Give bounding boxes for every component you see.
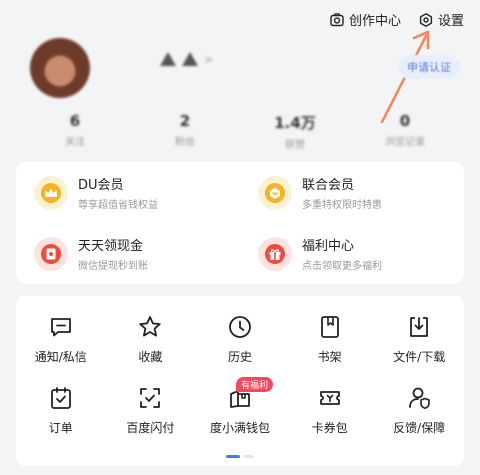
service-flash-pay[interactable]: 百度闪付: [106, 383, 196, 436]
member-subtitle: 尊享超值省钱权益: [78, 200, 158, 211]
service-label: 通知/私信: [34, 350, 87, 364]
member-union-vip[interactable]: 联合会员 多重特权限时特惠: [240, 162, 464, 223]
download-icon: [406, 312, 432, 342]
stat-value: 1.4万: [274, 114, 316, 132]
service-notifications[interactable]: 通知/私信: [16, 312, 106, 365]
service-label: 百度闪付: [126, 421, 175, 435]
member-title: 天天领现金: [78, 239, 144, 254]
service-label: 收藏: [138, 350, 163, 364]
stat-value: 2: [179, 112, 191, 130]
stat-history[interactable]: 0 浏览记录: [350, 112, 460, 151]
page-indicator: [226, 455, 254, 458]
service-history[interactable]: 历史: [195, 312, 285, 365]
service-label: 反馈/保障: [393, 421, 446, 435]
service-label: 书架: [317, 350, 342, 364]
service-favorites[interactable]: 收藏: [106, 312, 196, 365]
creator-center-icon: [330, 12, 344, 27]
member-subtitle: 多重特权限时特惠: [302, 200, 382, 211]
gift-icon: [258, 236, 292, 271]
service-coupons[interactable]: 卡券包: [285, 383, 375, 436]
service-label: 度小满钱包: [209, 421, 270, 435]
member-subtitle: 点击领取更多福利: [302, 261, 382, 272]
welfare-badge: 有福利: [235, 377, 273, 392]
member-subtitle: 微信提现秒到账: [78, 261, 148, 272]
stat-following[interactable]: 6 关注: [20, 112, 130, 151]
page-indicator-active: [226, 455, 240, 458]
apply-certify-button[interactable]: 申请认证: [398, 55, 460, 79]
stat-value: 6: [69, 112, 81, 130]
member-title: 福利中心: [302, 239, 355, 254]
order-icon: [48, 383, 74, 413]
message-icon: [48, 312, 74, 342]
nickname-glyph: [182, 52, 198, 66]
service-bookshelf[interactable]: 书架: [285, 312, 375, 365]
avatar[interactable]: [30, 38, 90, 98]
union-member-icon: [258, 175, 292, 210]
chevron-right-icon: >: [204, 52, 214, 66]
services-card: 通知/私信 收藏 历史 书架 文件/下载 订单 百度闪付 有福利 度小满钱包 卡…: [16, 296, 464, 466]
member-daily-cash[interactable]: 天天领现金 微信提现秒到账: [16, 223, 240, 284]
service-wallet[interactable]: 有福利 度小满钱包: [195, 377, 285, 436]
stat-fans[interactable]: 2 粉丝: [130, 112, 240, 151]
service-label: 卡券包: [311, 421, 348, 435]
member-welfare-center[interactable]: 福利中心 点击领取更多福利: [240, 223, 464, 284]
page-indicator-dot: [244, 455, 254, 458]
bookshelf-icon: [317, 312, 343, 342]
settings-label: 设置: [437, 14, 464, 29]
stats-row: 6 关注 2 粉丝 1.4万 获赞 0 浏览记录: [20, 112, 460, 151]
stat-value: 0: [399, 112, 411, 130]
stat-label: 浏览记录: [385, 137, 425, 148]
star-icon: [137, 312, 163, 342]
cash-envelope-icon: [34, 236, 68, 271]
stat-likes[interactable]: 1.4万 获赞: [240, 112, 350, 151]
clock-icon: [227, 312, 253, 342]
profile-page: 创作中心 设置 > 申请认证 6 关注 2 粉丝 1.4万 获赞 0 浏览记录 …: [0, 0, 480, 475]
member-title: 联合会员: [302, 178, 355, 193]
service-label: 订单: [48, 421, 73, 435]
stat-label: 粉丝: [175, 137, 195, 148]
service-label: 文件/下载: [393, 350, 446, 364]
member-card: DU会员 尊享超值省钱权益 联合会员 多重特权限时特惠 天天领现金 微信提现秒到…: [16, 162, 464, 284]
service-feedback[interactable]: 反馈/保障: [374, 383, 464, 436]
stat-label: 关注: [65, 137, 85, 148]
feedback-icon: [406, 383, 432, 413]
service-label: 历史: [227, 350, 252, 364]
ticket-icon: [317, 383, 343, 413]
nickname-glyph: [160, 52, 176, 66]
scan-pay-icon: [137, 383, 163, 413]
member-du-vip[interactable]: DU会员 尊享超值省钱权益: [16, 162, 240, 223]
member-title: DU会员: [78, 178, 124, 193]
crown-icon: [34, 175, 68, 210]
stat-label: 获赞: [285, 140, 305, 151]
service-orders[interactable]: 订单: [16, 383, 106, 436]
service-downloads[interactable]: 文件/下载: [374, 312, 464, 365]
nickname[interactable]: >: [160, 52, 213, 66]
